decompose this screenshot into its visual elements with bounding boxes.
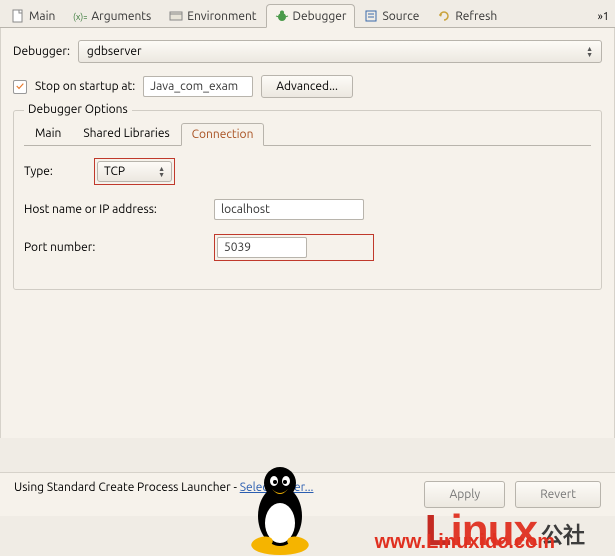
type-highlight: TCP ▲▼ [94, 158, 175, 185]
source-icon [364, 9, 378, 23]
subtab-connection[interactable]: Connection [181, 123, 265, 146]
tab-label: Environment [187, 10, 256, 23]
arguments-icon: (x)= [73, 9, 87, 23]
advanced-button[interactable]: Advanced... [261, 75, 353, 98]
tab-overflow-button[interactable]: »1 [592, 7, 615, 27]
tab-arguments[interactable]: (x)= Arguments [64, 4, 160, 27]
chevron-updown-icon: ▲▼ [158, 166, 165, 178]
subtab-main[interactable]: Main [24, 122, 72, 145]
document-icon [11, 9, 25, 23]
refresh-icon [437, 9, 451, 23]
tab-label: Debugger [293, 10, 347, 23]
debugger-options-tabs: Main Shared Libraries Connection [24, 122, 591, 146]
port-input[interactable] [217, 237, 307, 258]
apply-button[interactable]: Apply [424, 481, 505, 508]
debugger-dropdown[interactable]: gdbserver ▲▼ [78, 40, 602, 63]
tab-label: Main [29, 10, 55, 23]
stop-symbol-input[interactable] [143, 76, 253, 97]
debugger-label: Debugger: [13, 45, 70, 58]
host-label: Host name or IP address: [24, 203, 204, 216]
tab-label: Refresh [455, 10, 497, 23]
port-label: Port number: [24, 241, 204, 254]
tab-refresh[interactable]: Refresh [428, 4, 506, 27]
tux-logo [240, 461, 320, 556]
stop-on-startup-label: Stop on startup at: [35, 80, 135, 93]
debugger-options-legend: Debugger Options [24, 103, 132, 116]
bug-icon [275, 9, 289, 23]
type-value: TCP [104, 165, 125, 178]
tab-source[interactable]: Source [355, 4, 428, 27]
subtab-shared-libraries[interactable]: Shared Libraries [72, 122, 180, 145]
stop-on-startup-checkbox[interactable] [13, 80, 27, 94]
port-highlight [214, 234, 374, 261]
debugger-panel: Debugger: gdbserver ▲▼ Stop on startup a… [0, 28, 615, 438]
host-input[interactable] [214, 199, 364, 220]
debugger-options-group: Debugger Options Main Shared Libraries C… [13, 110, 602, 290]
tab-debugger[interactable]: Debugger [266, 4, 356, 28]
debugger-value: gdbserver [87, 45, 142, 58]
environment-icon [169, 9, 183, 23]
watermark-url: www.Linuxidc.com [375, 531, 555, 554]
tab-environment[interactable]: Environment [160, 4, 265, 27]
svg-text:(x)=: (x)= [73, 12, 87, 22]
revert-button[interactable]: Revert [515, 481, 601, 508]
tab-main[interactable]: Main [2, 4, 64, 27]
chevron-updown-icon: ▲▼ [586, 46, 593, 58]
tab-label: Arguments [91, 10, 151, 23]
tab-label: Source [382, 10, 419, 23]
type-dropdown[interactable]: TCP ▲▼ [97, 161, 172, 182]
top-tab-row: Main (x)= Arguments Environment Debugger… [0, 0, 615, 28]
